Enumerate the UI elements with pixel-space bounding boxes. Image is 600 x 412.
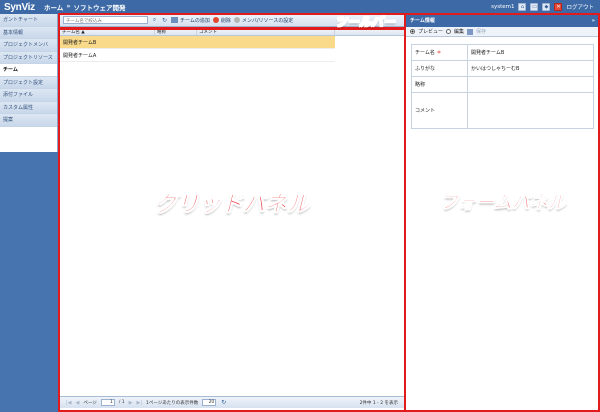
pager-summary: 2件中 1 - 2 を表示 xyxy=(359,400,398,406)
page-label: ページ xyxy=(83,400,97,406)
search-icon[interactable]: ⌕ xyxy=(151,16,158,24)
preview-label: プレビュー xyxy=(418,29,444,35)
user-name: system1 xyxy=(491,4,515,10)
form-panel-header: チーム情報 » xyxy=(406,14,600,27)
sidebar-item-members[interactable]: プロジェクトメンバ xyxy=(0,39,57,52)
delete-label: 削除 xyxy=(220,17,231,24)
form-annotation-label: フォームパネル xyxy=(440,192,566,214)
collapse-icon[interactable]: » xyxy=(592,18,600,24)
field-label-abbr: 略称 xyxy=(411,76,468,93)
add-team-icon xyxy=(171,17,178,23)
required-mark: ＊ xyxy=(436,50,442,56)
save-icon xyxy=(467,28,474,35)
cell-team-name: 開発者チームB xyxy=(63,39,97,46)
last-page-icon[interactable]: ▶| xyxy=(136,400,142,406)
sidebar-item-proposals[interactable]: 提案 xyxy=(0,114,57,127)
add-team-label: チームの追加 xyxy=(180,17,210,24)
field-label-furigana: ふりがな xyxy=(411,60,468,77)
member-settings-icon xyxy=(233,17,240,23)
grid-pager: |◀ ◀ ページ 1 / 1 ▶ ▶| 1ページあたりの表示件数 20 ↻ 2件… xyxy=(60,396,404,408)
member-settings-label: メンバ/リソースの設定 xyxy=(241,17,294,24)
delete-button[interactable]: 削除 xyxy=(212,17,231,24)
breadcrumb-project[interactable]: ソフトウェア開発 xyxy=(74,2,126,12)
monitor-icon[interactable]: ▭ xyxy=(530,3,539,11)
team-form: チーム名 ＊ 開発者チームB ふりがな かいはつしゃちーむB 略称 コメント xyxy=(411,44,594,129)
member-settings-button[interactable]: メンバ/リソースの設定 xyxy=(233,17,294,24)
edit-label: 編集 xyxy=(454,29,465,35)
sidebar-item-attachments[interactable]: 添付ファイル xyxy=(0,89,57,102)
field-label-comment: コメント xyxy=(411,92,468,129)
page-number-input[interactable]: 1 xyxy=(100,399,115,406)
breadcrumb: ホーム » ソフトウェア開発 xyxy=(44,2,126,12)
table-row[interactable]: 開発者チームA xyxy=(60,49,335,62)
sidebar: ガントチャート 基本情報 プロジェクトメンバ プロジェクトリソース チーム プロ… xyxy=(0,14,58,412)
sidebar-background xyxy=(0,152,58,412)
column-abbr[interactable]: 略称 xyxy=(155,28,197,35)
team-grid: チーム名 ▲ 略称 コメント 開発者チームB 開発者チームA xyxy=(60,28,404,62)
app-logo[interactable]: SynViz xyxy=(0,2,40,13)
field-value-comment xyxy=(467,92,594,129)
preview-radio[interactable] xyxy=(410,29,415,34)
top-header: SynViz ホーム » ソフトウェア開発 system1 ⌂ ▭ ◆ ✕ ログ… xyxy=(0,0,600,14)
column-comment[interactable]: コメント xyxy=(197,28,335,35)
delete-icon xyxy=(212,17,219,23)
save-button[interactable]: 保存 xyxy=(476,28,486,35)
form-panel-title: チーム情報 xyxy=(410,18,435,24)
field-label-team-name: チーム名 ＊ xyxy=(411,44,468,61)
prev-page-icon[interactable]: ◀ xyxy=(76,400,80,406)
refresh-icon[interactable]: ↻ xyxy=(161,17,168,24)
sidebar-item-team[interactable]: チーム xyxy=(0,64,57,77)
first-page-icon[interactable]: |◀ xyxy=(66,400,72,406)
edit-radio[interactable] xyxy=(446,29,452,34)
sidebar-item-resources[interactable]: プロジェクトリソース xyxy=(0,51,57,64)
field-value-abbr xyxy=(467,76,594,93)
form-mode-bar: プレビュー 編集 保存 xyxy=(406,27,600,37)
field-value-team-name: 開発者チームB xyxy=(467,44,594,61)
logout-icon[interactable]: ✕ xyxy=(554,3,563,11)
toolbar-annotation-label: ツールバー xyxy=(335,15,396,30)
grid-annotation-label: グリッドパネル xyxy=(155,192,310,218)
add-team-button[interactable]: チームの追加 xyxy=(171,17,210,24)
table-row[interactable]: 開発者チームB xyxy=(60,36,335,49)
sidebar-item-custom-attributes[interactable]: カスタム属性 xyxy=(0,101,57,114)
refresh-icon[interactable]: ↻ xyxy=(220,399,227,406)
field-value-furigana: かいはつしゃちーむB xyxy=(467,60,594,77)
grid-annotation-frame xyxy=(58,28,406,412)
breadcrumb-separator: » xyxy=(66,2,71,10)
cell-team-name: 開発者チームA xyxy=(63,52,97,59)
logout-link[interactable]: ログアウト xyxy=(566,3,594,11)
sidebar-item-gantt[interactable]: ガントチャート xyxy=(0,14,57,27)
sidebar-item-project-settings[interactable]: プロジェクト設定 xyxy=(0,76,57,89)
sidebar-item-basic-info[interactable]: 基本情報 xyxy=(0,26,57,39)
next-page-icon[interactable]: ▶ xyxy=(129,400,133,406)
page-total: / 1 xyxy=(118,400,125,405)
per-page-label: 1ページあたりの表示件数 xyxy=(146,400,199,406)
home-icon[interactable]: ⌂ xyxy=(518,3,527,11)
breadcrumb-home[interactable]: ホーム xyxy=(44,2,63,12)
per-page-input[interactable]: 20 xyxy=(202,399,217,406)
column-team-name[interactable]: チーム名 ▲ xyxy=(60,28,155,35)
settings-icon[interactable]: ◆ xyxy=(542,3,551,11)
team-search-input[interactable] xyxy=(63,16,148,24)
